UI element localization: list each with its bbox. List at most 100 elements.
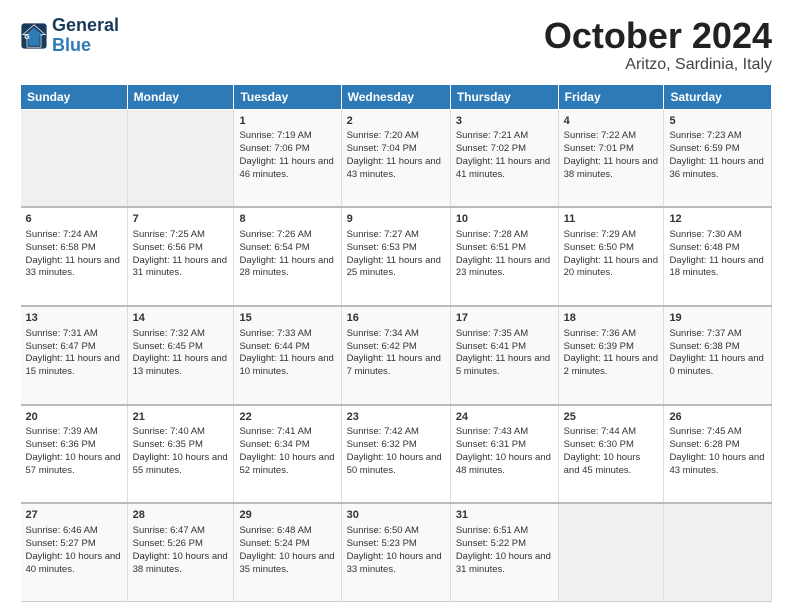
daylight-text: Daylight: 11 hours and 15 minutes.	[26, 353, 120, 377]
header-row: SundayMondayTuesdayWednesdayThursdayFrid…	[21, 84, 772, 109]
day-cell: 1Sunrise: 7:19 AMSunset: 7:06 PMDaylight…	[234, 109, 341, 207]
logo-icon: G	[20, 22, 48, 50]
day-number: 23	[347, 410, 445, 425]
sunrise-text: Sunrise: 7:28 AM	[456, 229, 528, 240]
day-cell: 7Sunrise: 7:25 AMSunset: 6:56 PMDaylight…	[127, 207, 234, 306]
sunrise-text: Sunrise: 7:45 AM	[669, 426, 741, 437]
col-header-wednesday: Wednesday	[341, 84, 450, 109]
day-cell: 21Sunrise: 7:40 AMSunset: 6:35 PMDayligh…	[127, 405, 234, 504]
week-row-4: 20Sunrise: 7:39 AMSunset: 6:36 PMDayligh…	[21, 405, 772, 504]
sunrise-text: Sunrise: 7:21 AM	[456, 130, 528, 141]
day-number: 27	[26, 508, 122, 523]
day-number: 11	[564, 212, 659, 227]
day-cell: 31Sunrise: 6:51 AMSunset: 5:22 PMDayligh…	[450, 503, 558, 601]
day-cell: 11Sunrise: 7:29 AMSunset: 6:50 PMDayligh…	[558, 207, 664, 306]
day-cell: 25Sunrise: 7:44 AMSunset: 6:30 PMDayligh…	[558, 405, 664, 504]
sunrise-text: Sunrise: 6:46 AM	[26, 525, 98, 536]
sunrise-text: Sunrise: 7:40 AM	[133, 426, 205, 437]
day-cell: 29Sunrise: 6:48 AMSunset: 5:24 PMDayligh…	[234, 503, 341, 601]
day-cell: 24Sunrise: 7:43 AMSunset: 6:31 PMDayligh…	[450, 405, 558, 504]
day-number: 19	[669, 311, 766, 326]
daylight-text: Daylight: 11 hours and 33 minutes.	[26, 255, 120, 279]
daylight-text: Daylight: 10 hours and 43 minutes.	[669, 452, 764, 476]
day-cell	[664, 503, 772, 601]
day-number: 3	[456, 114, 553, 129]
sunrise-text: Sunrise: 7:32 AM	[133, 328, 205, 339]
col-header-saturday: Saturday	[664, 84, 772, 109]
page-subtitle: Aritzo, Sardinia, Italy	[544, 56, 772, 74]
sunrise-text: Sunrise: 7:43 AM	[456, 426, 528, 437]
sunrise-text: Sunrise: 7:31 AM	[26, 328, 98, 339]
col-header-tuesday: Tuesday	[234, 84, 341, 109]
day-cell	[558, 503, 664, 601]
day-number: 14	[133, 311, 229, 326]
day-cell: 9Sunrise: 7:27 AMSunset: 6:53 PMDaylight…	[341, 207, 450, 306]
day-number: 31	[456, 508, 553, 523]
day-cell: 17Sunrise: 7:35 AMSunset: 6:41 PMDayligh…	[450, 306, 558, 405]
daylight-text: Daylight: 11 hours and 46 minutes.	[239, 156, 333, 180]
sunrise-text: Sunrise: 7:41 AM	[239, 426, 311, 437]
day-number: 30	[347, 508, 445, 523]
daylight-text: Daylight: 11 hours and 38 minutes.	[564, 156, 658, 180]
daylight-text: Daylight: 11 hours and 41 minutes.	[456, 156, 550, 180]
day-number: 26	[669, 410, 766, 425]
day-cell: 15Sunrise: 7:33 AMSunset: 6:44 PMDayligh…	[234, 306, 341, 405]
daylight-text: Daylight: 11 hours and 43 minutes.	[347, 156, 441, 180]
day-cell: 28Sunrise: 6:47 AMSunset: 5:26 PMDayligh…	[127, 503, 234, 601]
daylight-text: Daylight: 10 hours and 31 minutes.	[456, 551, 551, 575]
day-number: 1	[239, 114, 335, 129]
daylight-text: Daylight: 11 hours and 23 minutes.	[456, 255, 550, 279]
sunrise-text: Sunrise: 6:47 AM	[133, 525, 205, 536]
sunset-text: Sunset: 6:28 PM	[669, 439, 739, 450]
sunset-text: Sunset: 6:41 PM	[456, 341, 526, 352]
daylight-text: Daylight: 10 hours and 38 minutes.	[133, 551, 228, 575]
sunset-text: Sunset: 5:27 PM	[26, 538, 96, 549]
day-cell: 2Sunrise: 7:20 AMSunset: 7:04 PMDaylight…	[341, 109, 450, 207]
daylight-text: Daylight: 11 hours and 36 minutes.	[669, 156, 763, 180]
day-number: 15	[239, 311, 335, 326]
page-title: October 2024	[544, 16, 772, 56]
day-cell: 3Sunrise: 7:21 AMSunset: 7:02 PMDaylight…	[450, 109, 558, 207]
sunset-text: Sunset: 6:59 PM	[669, 143, 739, 154]
day-cell	[127, 109, 234, 207]
day-number: 10	[456, 212, 553, 227]
logo: G General Blue	[20, 16, 119, 56]
sunset-text: Sunset: 5:23 PM	[347, 538, 417, 549]
day-number: 5	[669, 114, 766, 129]
day-cell: 13Sunrise: 7:31 AMSunset: 6:47 PMDayligh…	[21, 306, 128, 405]
day-cell	[21, 109, 128, 207]
header: G General Blue October 2024 Aritzo, Sard…	[20, 16, 772, 74]
daylight-text: Daylight: 11 hours and 20 minutes.	[564, 255, 658, 279]
sunset-text: Sunset: 6:47 PM	[26, 341, 96, 352]
day-number: 20	[26, 410, 122, 425]
sunrise-text: Sunrise: 6:48 AM	[239, 525, 311, 536]
daylight-text: Daylight: 11 hours and 25 minutes.	[347, 255, 441, 279]
day-cell: 12Sunrise: 7:30 AMSunset: 6:48 PMDayligh…	[664, 207, 772, 306]
day-number: 16	[347, 311, 445, 326]
day-number: 8	[239, 212, 335, 227]
day-number: 24	[456, 410, 553, 425]
week-row-2: 6Sunrise: 7:24 AMSunset: 6:58 PMDaylight…	[21, 207, 772, 306]
day-cell: 22Sunrise: 7:41 AMSunset: 6:34 PMDayligh…	[234, 405, 341, 504]
calendar-table: SundayMondayTuesdayWednesdayThursdayFrid…	[20, 84, 772, 602]
daylight-text: Daylight: 10 hours and 40 minutes.	[26, 551, 121, 575]
day-number: 9	[347, 212, 445, 227]
sunrise-text: Sunrise: 7:42 AM	[347, 426, 419, 437]
day-number: 18	[564, 311, 659, 326]
sunset-text: Sunset: 6:35 PM	[133, 439, 203, 450]
day-cell: 6Sunrise: 7:24 AMSunset: 6:58 PMDaylight…	[21, 207, 128, 306]
col-header-thursday: Thursday	[450, 84, 558, 109]
sunrise-text: Sunrise: 7:36 AM	[564, 328, 636, 339]
sunset-text: Sunset: 6:36 PM	[26, 439, 96, 450]
sunset-text: Sunset: 5:22 PM	[456, 538, 526, 549]
day-number: 2	[347, 114, 445, 129]
page: G General Blue October 2024 Aritzo, Sard…	[0, 0, 792, 612]
logo-line2: Blue	[52, 35, 91, 55]
daylight-text: Daylight: 11 hours and 0 minutes.	[669, 353, 763, 377]
svg-text:G: G	[24, 34, 30, 41]
day-number: 21	[133, 410, 229, 425]
day-number: 25	[564, 410, 659, 425]
daylight-text: Daylight: 11 hours and 5 minutes.	[456, 353, 550, 377]
sunset-text: Sunset: 6:30 PM	[564, 439, 634, 450]
day-cell: 10Sunrise: 7:28 AMSunset: 6:51 PMDayligh…	[450, 207, 558, 306]
